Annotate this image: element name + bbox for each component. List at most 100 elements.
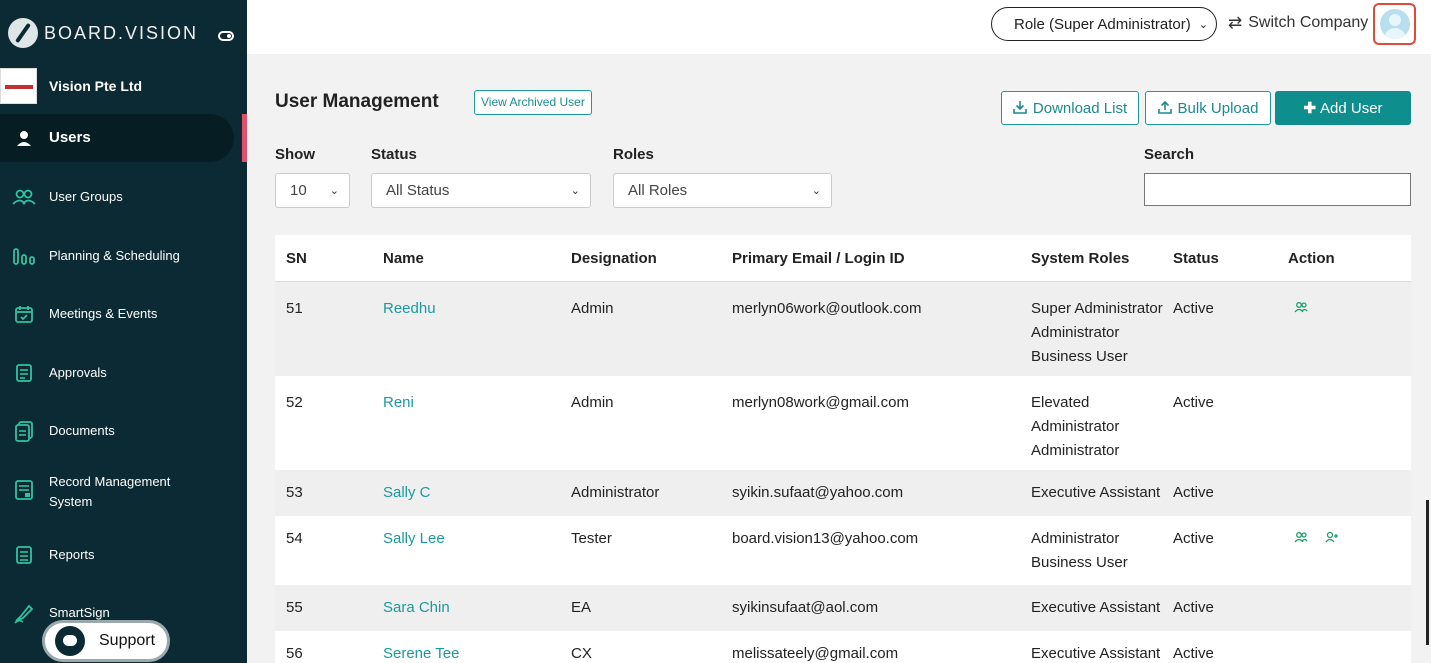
sidebar-item-reports[interactable]: Reports <box>0 544 247 566</box>
add-user-icon[interactable] <box>1325 527 1339 551</box>
cell-designation: Administrator <box>571 484 660 501</box>
support-label: Support <box>99 632 156 649</box>
company-name: Vision Pte Ltd <box>49 78 143 94</box>
company-logo <box>0 68 37 104</box>
table-row: 54 Sally Lee Tester board.vision13@yahoo… <box>275 516 1411 585</box>
sidebar-item-users[interactable]: Users <box>0 114 234 162</box>
sidebar-item-label: Meetings & Events <box>49 306 158 321</box>
smartsign-icon <box>12 601 36 625</box>
cell-role: Executive Assistant <box>1031 599 1161 616</box>
cell-name-link[interactable]: Sally C <box>383 481 431 505</box>
sidebar-item-label: Documents <box>49 423 115 438</box>
cell-designation: Admin <box>571 394 614 411</box>
cell-email: melissateely@gmail.com <box>732 645 899 662</box>
calendar-icon <box>12 302 36 326</box>
table-header: SN Name Designation Primary Email / Logi… <box>275 235 1411 282</box>
brand-logo-icon <box>8 18 38 48</box>
cell-name-link[interactable]: Reni <box>383 391 414 415</box>
col-email[interactable]: Primary Email / Login ID <box>732 250 905 267</box>
status-label: Status <box>371 146 417 163</box>
record-icon <box>12 478 36 502</box>
brand-name: BOARD.VISION <box>44 22 199 43</box>
cell-name-link[interactable]: Reedhu <box>383 297 436 321</box>
show-value: 10 <box>290 182 307 199</box>
manage-group-icon[interactable] <box>1294 527 1308 551</box>
documents-icon <box>12 419 36 443</box>
cell-designation: EA <box>571 599 592 616</box>
company-selector[interactable]: Vision Pte Ltd <box>0 68 142 104</box>
cell-status: Active <box>1173 530 1214 547</box>
users-table: SN Name Designation Primary Email / Logi… <box>275 235 1411 663</box>
sidebar-item-label: User Groups <box>49 189 123 204</box>
support-button[interactable]: Support <box>42 620 170 662</box>
col-roles[interactable]: System Roles <box>1031 250 1129 267</box>
download-label: Download List <box>1032 99 1128 117</box>
bulk-upload-button[interactable]: Bulk Upload <box>1145 91 1271 125</box>
cell-sn: 52 <box>286 394 303 411</box>
sidebar-item-label: Planning & Scheduling <box>49 248 180 263</box>
chevron-down-icon: ⌄ <box>1198 18 1208 31</box>
sidebar-item-meetings[interactable]: Meetings & Events <box>0 303 247 325</box>
col-designation[interactable]: Designation <box>571 250 657 267</box>
switch-company-button[interactable]: ⇄ Switch Company <box>1228 13 1368 33</box>
cell-sn: 53 <box>286 484 303 501</box>
cell-name-link[interactable]: Sara Chin <box>383 596 450 620</box>
cell-role: Elevated <box>1031 394 1090 411</box>
sidebar-item-documents[interactable]: Documents <box>0 420 247 442</box>
cell-name-link[interactable]: Sally Lee <box>383 527 445 551</box>
sidebar-item-label: Users <box>49 129 91 146</box>
role-dropdown[interactable]: Role (Super Administrator) ⌄ <box>991 7 1217 41</box>
chevron-down-icon: ⌄ <box>329 185 339 197</box>
roles-label: Roles <box>613 146 654 163</box>
avatar <box>1379 9 1410 39</box>
table-row: 56 Serene Tee CX melissateely@gmail.com … <box>275 631 1411 663</box>
sidebar-item-record-management[interactable]: Record Management System <box>0 472 247 514</box>
add-user-label: Add User <box>1320 99 1383 117</box>
sidebar-item-planning[interactable]: Planning & Scheduling <box>0 245 247 267</box>
cell-status: Active <box>1173 484 1214 501</box>
view-archived-button[interactable]: View Archived User <box>474 90 592 115</box>
chevron-down-icon: ⌄ <box>811 185 821 197</box>
status-select[interactable]: All Status ⌄ <box>371 173 591 208</box>
cell-role: Administrator <box>1031 418 1120 435</box>
search-label: Search <box>1144 146 1195 163</box>
chat-icon <box>55 626 85 656</box>
status-value: All Status <box>386 182 450 199</box>
chevron-down-icon: ⌄ <box>570 185 580 197</box>
sidebar-item-user-groups[interactable]: User Groups <box>0 186 247 208</box>
sidebar-item-label-line2: System <box>49 494 93 509</box>
cell-email: syikinsufaat@aol.com <box>732 599 879 616</box>
cell-designation: Tester <box>571 530 612 547</box>
sidebar-item-approvals[interactable]: Approvals <box>0 362 247 384</box>
avatar-button[interactable] <box>1373 3 1416 45</box>
cell-role: Business User <box>1031 554 1128 571</box>
add-user-button[interactable]: ✚ Add User <box>1275 91 1411 125</box>
approvals-icon <box>12 361 36 385</box>
roles-value: All Roles <box>628 182 688 199</box>
cell-role: Business User <box>1031 348 1128 365</box>
reports-icon <box>12 543 36 567</box>
cell-designation: CX <box>571 645 592 662</box>
col-sn[interactable]: SN <box>286 250 307 267</box>
sidebar-item-label: Approvals <box>49 365 107 380</box>
col-name[interactable]: Name <box>383 250 424 267</box>
cell-name-link[interactable]: Serene Tee <box>383 642 459 663</box>
topbar: Role (Super Administrator) ⌄ ⇄ Switch Co… <box>247 0 1431 54</box>
search-input[interactable] <box>1144 173 1411 206</box>
cell-sn: 54 <box>286 530 303 547</box>
brand[interactable]: BOARD.VISION <box>8 18 198 48</box>
manage-group-icon[interactable] <box>1294 297 1308 321</box>
download-list-button[interactable]: Download List <box>1001 91 1139 125</box>
table-row: 51 Reedhu Admin merlyn06work@outlook.com… <box>275 282 1411 376</box>
scrollbar[interactable] <box>1426 500 1429 645</box>
cell-sn: 55 <box>286 599 303 616</box>
roles-select[interactable]: All Roles ⌄ <box>613 173 832 208</box>
show-select[interactable]: 10 ⌄ <box>275 173 350 208</box>
sidebar-toggle-icon[interactable] <box>218 31 234 41</box>
cell-email: merlyn08work@gmail.com <box>732 394 909 411</box>
cell-status: Active <box>1173 394 1214 411</box>
col-status[interactable]: Status <box>1173 250 1219 267</box>
switch-icon: ⇄ <box>1228 13 1243 32</box>
plus-icon: ✚ <box>1303 100 1317 117</box>
role-label: Role (Super Administrator) <box>1014 15 1191 33</box>
